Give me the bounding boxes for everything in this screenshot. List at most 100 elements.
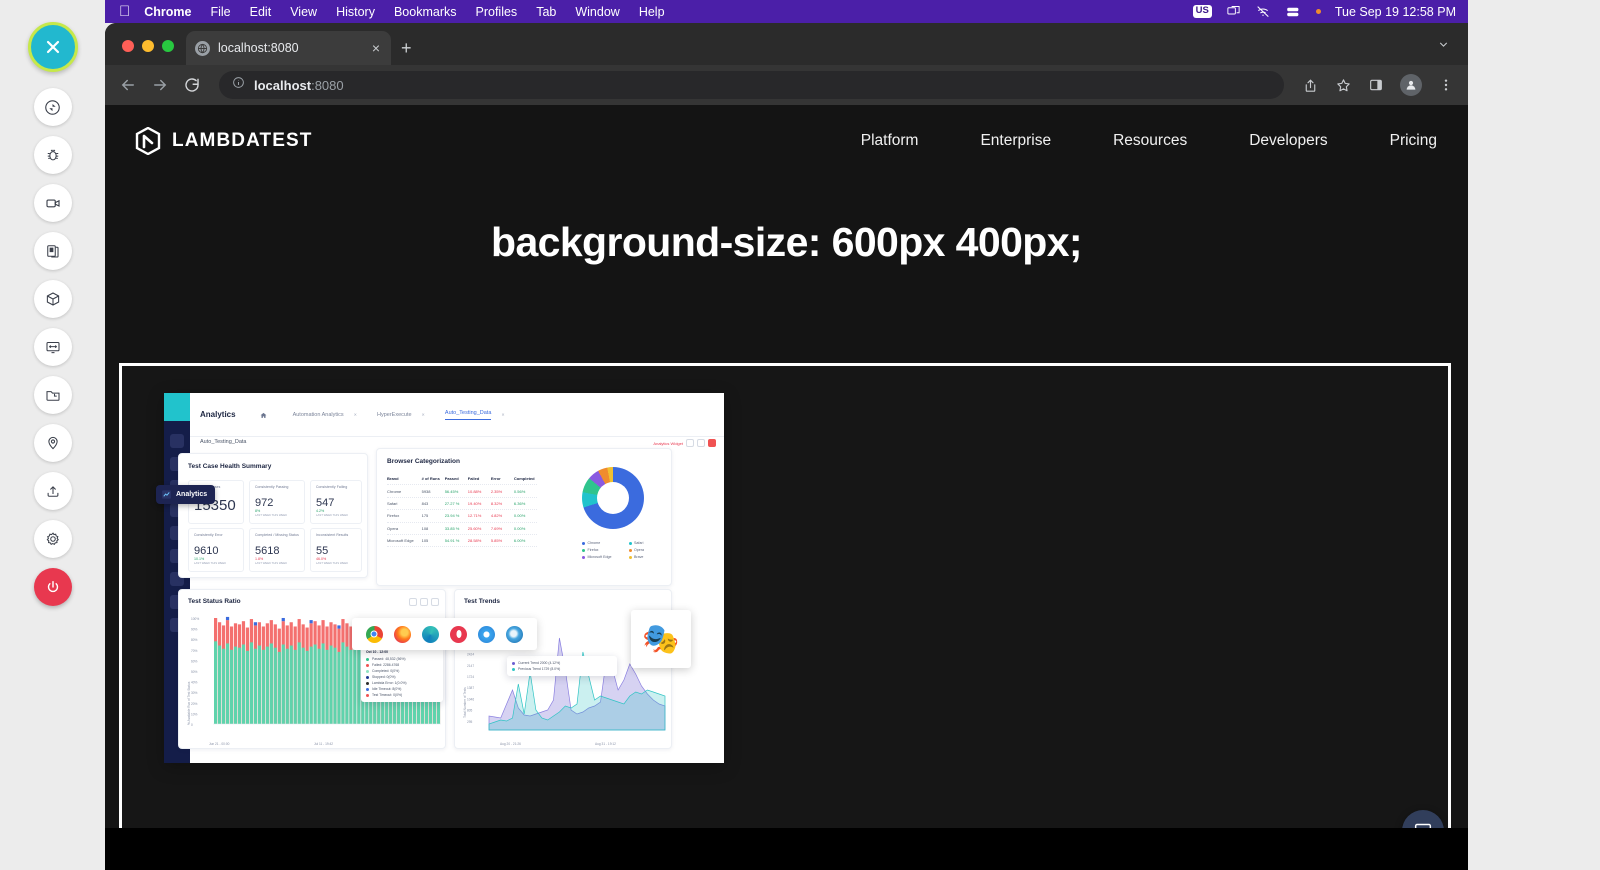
menu-bookmarks[interactable]: Bookmarks xyxy=(394,5,457,19)
screen-mirror-icon[interactable] xyxy=(1226,4,1241,19)
site-navigation: Platform Enterprise Resources Developers… xyxy=(830,132,1468,150)
browser-tab[interactable]: localhost:8080 × xyxy=(186,31,391,65)
site-brand[interactable]: LAMBDATEST xyxy=(135,127,312,155)
chart-tooltip: Oct 10 - 12:00 Passed: 48,532 (56%) Fail… xyxy=(361,646,443,702)
dashboard-tab-automation-analytics[interactable]: Automation Analytics xyxy=(293,412,344,418)
svg-text:50%: 50% xyxy=(191,670,198,674)
cell-error: 4.82% xyxy=(491,513,514,518)
menu-history[interactable]: History xyxy=(336,5,375,19)
svg-text:1387: 1387 xyxy=(467,686,474,690)
files-button[interactable] xyxy=(34,376,72,414)
cell-passed: 33.85 % xyxy=(445,526,468,531)
firefox-logo-icon xyxy=(394,626,411,643)
record-video-button[interactable] xyxy=(34,184,72,222)
chart-grid-button[interactable] xyxy=(409,598,417,606)
resolution-button[interactable] xyxy=(34,328,72,366)
dashboard-subtitle: Auto_Testing_Data xyxy=(200,439,246,445)
close-session-button[interactable] xyxy=(28,22,78,72)
nav-developers[interactable]: Developers xyxy=(1218,132,1358,150)
menu-profiles[interactable]: Profiles xyxy=(476,5,518,19)
back-arrow-icon[interactable] xyxy=(119,76,137,94)
profile-avatar-icon[interactable] xyxy=(1400,74,1422,96)
tab-close-icon[interactable]: ✕ xyxy=(422,412,425,417)
close-icon[interactable]: × xyxy=(370,41,382,55)
info-circle-icon[interactable] xyxy=(232,76,245,94)
keyboard-layout-badge[interactable]: US xyxy=(1193,5,1212,18)
cell-brand: Microsoft Edge xyxy=(387,538,422,543)
cell-runs: 105 xyxy=(422,538,445,543)
new-tab-button[interactable]: + xyxy=(401,39,412,57)
window-maximize-button[interactable] xyxy=(162,40,174,52)
svg-text:1046: 1046 xyxy=(467,697,474,701)
stat-sub: LAST WEEK THIS WEEK xyxy=(316,561,356,565)
widget-grid-button[interactable] xyxy=(686,439,694,447)
card-title: Browser Categorization xyxy=(387,458,460,465)
settings-button[interactable] xyxy=(34,520,72,558)
nav-platform[interactable]: Platform xyxy=(830,132,950,150)
copy-clipboard-button[interactable] xyxy=(34,232,72,270)
window-traffic-lights xyxy=(105,40,174,65)
chevron-down-icon[interactable] xyxy=(1437,38,1450,56)
rotate-device-button[interactable] xyxy=(34,88,72,126)
edge-logo-icon xyxy=(422,626,439,643)
playwright-logo-card: 🎭 xyxy=(631,610,691,668)
window-close-button[interactable] xyxy=(122,40,134,52)
location-pin-icon xyxy=(44,434,62,452)
menu-chrome[interactable]: Chrome xyxy=(144,5,191,19)
cell-error: 7.69% xyxy=(491,526,514,531)
browser-tabstrip: localhost:8080 × + xyxy=(105,23,1468,65)
nav-pricing[interactable]: Pricing xyxy=(1359,132,1468,150)
widget-close-button[interactable] xyxy=(708,439,716,447)
chart-menu-button[interactable] xyxy=(431,598,439,606)
device-toolbar-rail xyxy=(0,0,105,870)
rotate-sync-icon xyxy=(43,98,62,117)
stat-consistently-error: Consistently Error 9610 10.1% LAST WEEK … xyxy=(188,528,244,572)
table-header-row: Brand # of Runs Passed Failed Error Comp… xyxy=(387,473,537,485)
three-dot-menu-icon[interactable] xyxy=(1438,77,1454,93)
browser-share-donut-chart xyxy=(582,467,644,529)
tab-close-icon[interactable]: ✕ xyxy=(501,412,504,417)
geolocation-button[interactable] xyxy=(34,424,72,462)
bookmark-star-icon[interactable] xyxy=(1335,77,1352,94)
menu-window[interactable]: Window xyxy=(575,5,619,19)
reload-icon[interactable] xyxy=(183,76,201,94)
forward-arrow-icon[interactable] xyxy=(151,76,169,94)
window-minimize-button[interactable] xyxy=(142,40,154,52)
chart-expand-button[interactable] xyxy=(420,598,428,606)
menu-file[interactable]: File xyxy=(210,5,230,19)
nav-resources[interactable]: Resources xyxy=(1082,132,1218,150)
stat-label: Consistently Passing xyxy=(255,485,299,489)
report-bug-button[interactable] xyxy=(34,136,72,174)
wifi-off-icon[interactable] xyxy=(1255,4,1271,20)
analytics-tooltip-label: Analytics xyxy=(176,491,207,498)
stat-sub: LAST WEEK THIS WEEK xyxy=(255,513,299,517)
dashboard-tab-auto-testing-data[interactable]: Auto_Testing_Data xyxy=(445,410,491,420)
side-panel-icon[interactable] xyxy=(1368,77,1384,93)
menu-help[interactable]: Help xyxy=(639,5,665,19)
nav-enterprise[interactable]: Enterprise xyxy=(949,132,1082,150)
monitor-resize-icon xyxy=(44,338,62,356)
upload-arrow-icon xyxy=(44,482,62,500)
control-center-icon[interactable] xyxy=(1285,5,1302,19)
menu-edit[interactable]: Edit xyxy=(250,5,272,19)
cell-passed: 54.91 % xyxy=(445,538,468,543)
power-button[interactable] xyxy=(34,568,72,606)
svg-text:90%: 90% xyxy=(191,628,198,632)
dashboard-tab-hyperexecute[interactable]: HyperExecute xyxy=(377,412,412,418)
device-box-button[interactable] xyxy=(34,280,72,318)
tab-close-icon[interactable]: ✕ xyxy=(354,412,357,417)
card-title: Test Status Ratio xyxy=(188,598,241,605)
col-completed: Completed xyxy=(514,476,537,481)
dashboard-logo-badge xyxy=(164,393,190,421)
svg-text:805: 805 xyxy=(467,709,473,713)
share-icon[interactable] xyxy=(1302,77,1319,94)
apple-icon[interactable]:  xyxy=(119,4,130,19)
menu-view[interactable]: View xyxy=(290,5,317,19)
menu-tab[interactable]: Tab xyxy=(536,5,556,19)
dashboard-widget-controls: Analytics Widget xyxy=(653,439,716,447)
widget-prev-button[interactable] xyxy=(697,439,705,447)
menubar-clock[interactable]: Tue Sep 19 12:58 PM xyxy=(1335,5,1456,19)
url-input[interactable]: localhost:8080 xyxy=(219,71,1284,99)
upload-button[interactable] xyxy=(34,472,72,510)
home-icon[interactable] xyxy=(260,406,267,424)
